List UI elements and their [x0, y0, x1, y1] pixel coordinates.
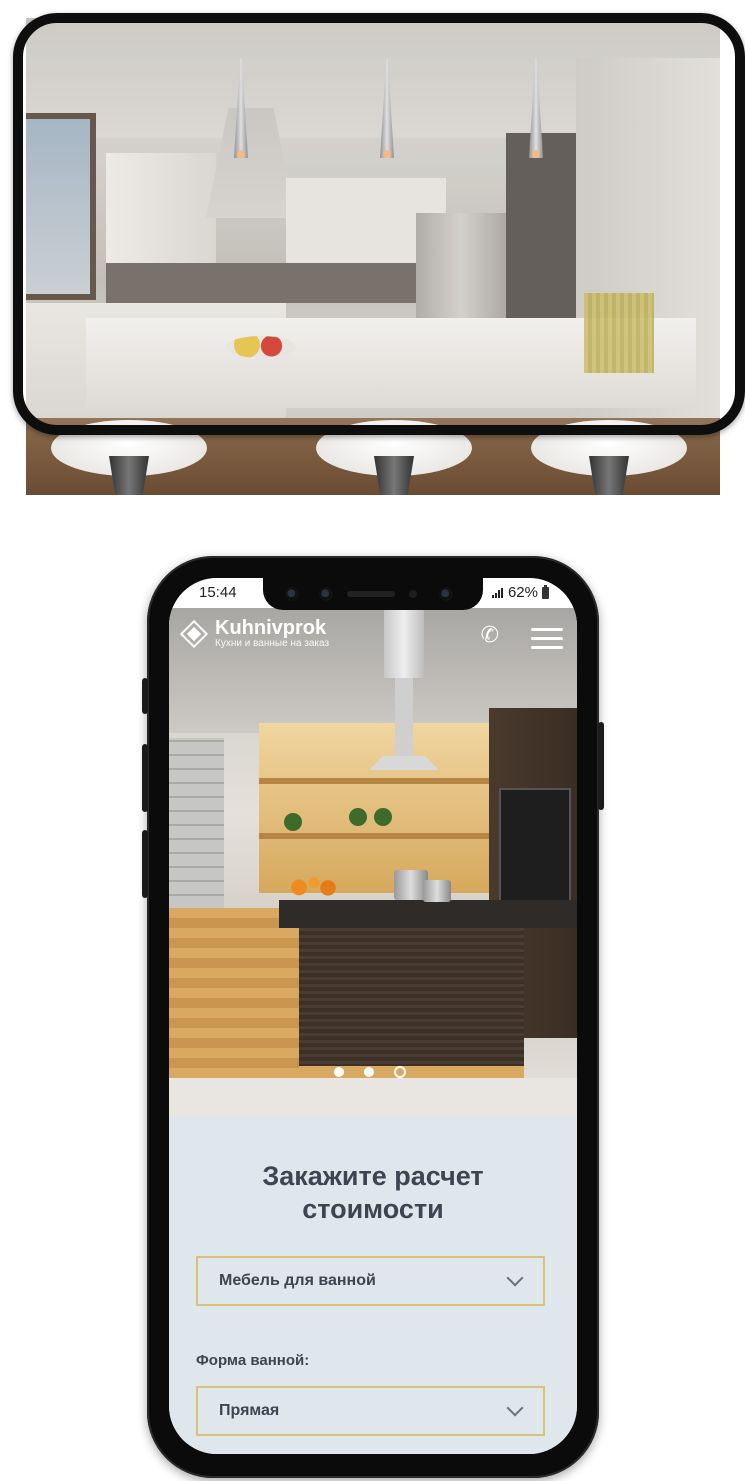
carousel-dot-active[interactable]: [394, 1066, 406, 1078]
signal-icon: [491, 587, 504, 598]
chevron-down-icon: [506, 1399, 524, 1417]
status-time: 15:44: [199, 584, 237, 601]
carousel-dot[interactable]: [334, 1067, 344, 1077]
camera-notch: [263, 578, 483, 610]
side-button: [142, 678, 148, 714]
category-select[interactable]: Мебель для ванной: [196, 1256, 545, 1306]
quote-form: Закажите расчет стоимости Мебель для ван…: [169, 1116, 577, 1454]
shape-select-value: Прямая: [219, 1402, 280, 1419]
brand-tagline: Кухни и ванные на заказ: [215, 638, 330, 649]
hero-slider[interactable]: Kuhnivprok Кухни и ванные на заказ ✆: [169, 608, 577, 1116]
brand-name: Kuhnivprok: [215, 617, 327, 639]
phone-screen: 15:44 62% Kuhnivprok Кухни и ванные на з…: [169, 578, 577, 1454]
phone-icon[interactable]: ✆: [481, 622, 499, 648]
status-right: 62%: [491, 584, 549, 601]
battery-percent: 62%: [507, 584, 538, 601]
form-title: Закажите расчет стоимости: [169, 1160, 577, 1226]
logo-icon: [181, 621, 207, 647]
carousel-dot[interactable]: [364, 1067, 374, 1077]
volume-up-button: [142, 744, 148, 812]
form-title-line2: стоимости: [302, 1194, 444, 1224]
menu-icon[interactable]: [531, 628, 563, 650]
volume-down-button: [142, 830, 148, 898]
category-select-value: Мебель для ванной: [219, 1272, 376, 1289]
battery-icon: [542, 584, 549, 599]
portrait-phone-frame: 15:44 62% Kuhnivprok Кухни и ванные на з…: [142, 556, 604, 1478]
chevron-down-icon: [506, 1269, 524, 1287]
brand-logo[interactable]: Kuhnivprok Кухни и ванные на заказ: [181, 618, 329, 650]
shape-select[interactable]: Прямая: [196, 1386, 545, 1436]
landscape-phone-frame: [13, 13, 745, 435]
shape-label: Форма ванной:: [196, 1352, 310, 1369]
form-title-line1: Закажите расчет: [262, 1161, 484, 1191]
carousel-dots: [334, 1066, 406, 1078]
power-button: [598, 722, 604, 810]
